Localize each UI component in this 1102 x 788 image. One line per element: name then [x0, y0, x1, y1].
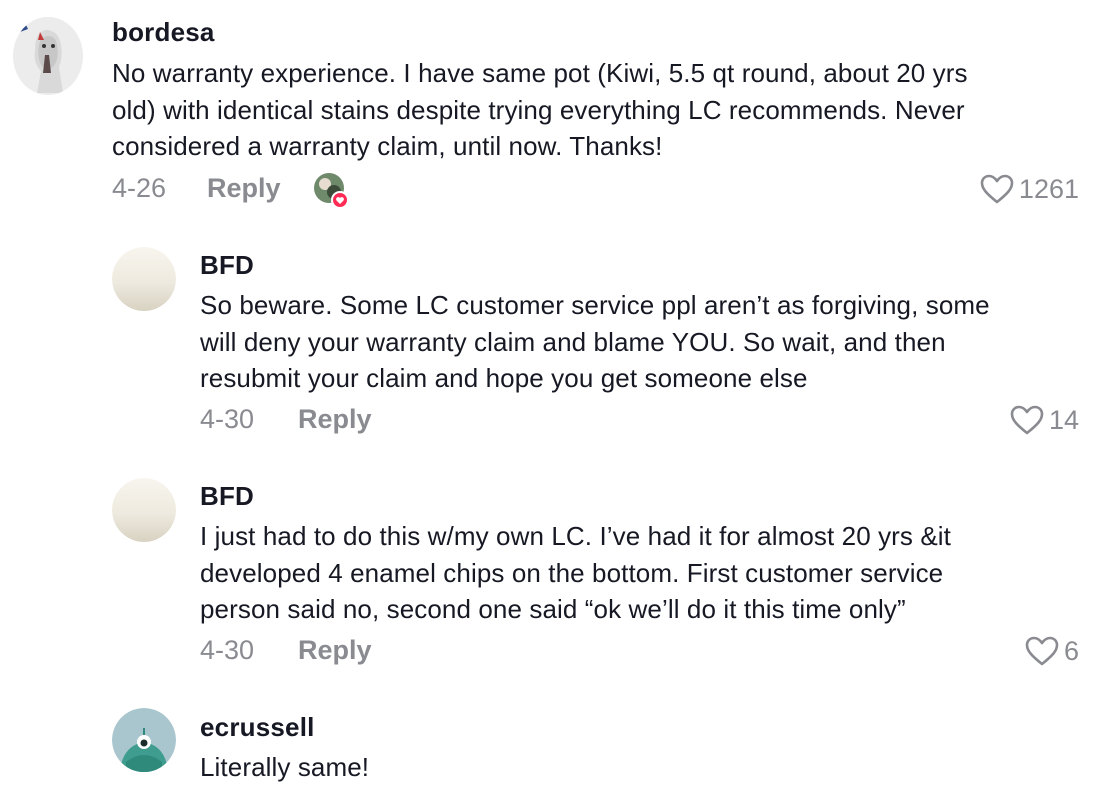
heart-outline-icon	[980, 174, 1014, 204]
comment-username[interactable]: BFD	[200, 250, 254, 281]
comment-text: Literally same!	[200, 752, 370, 782]
creator-avatar-icon	[314, 173, 349, 209]
like-button[interactable]: 14	[1009, 404, 1079, 436]
like-count: 1261	[1018, 173, 1079, 204]
horse-avatar-icon	[13, 17, 83, 95]
avatar[interactable]	[112, 247, 176, 311]
comment-text: No warranty experience. I have same pot …	[112, 58, 968, 161]
creator-liked-badge	[313, 172, 351, 210]
like-button[interactable]: 1261	[979, 173, 1079, 205]
comment-text: I just had to do this w/my own LC. I’ve …	[200, 521, 951, 624]
avatar[interactable]	[112, 478, 176, 542]
like-button[interactable]: 6	[1024, 635, 1079, 667]
blank-cream-avatar-icon	[112, 478, 176, 542]
reply-button[interactable]: Reply	[207, 173, 281, 204]
like-count: 14	[1048, 404, 1079, 435]
avatar[interactable]	[112, 708, 176, 772]
comment-username[interactable]: BFD	[200, 481, 254, 512]
reply-button[interactable]: Reply	[298, 404, 372, 435]
comment-thread: bordesa No warranty experience. I have s…	[0, 0, 1102, 788]
like-count: 6	[1063, 635, 1079, 666]
comment-date: 4-30	[200, 404, 255, 434]
comment-username[interactable]: ecrussell	[200, 712, 315, 743]
comment-text: So beware. Some LC customer service ppl …	[200, 290, 990, 393]
blank-cream-avatar-icon	[112, 247, 176, 311]
comment-date: 4-30	[200, 635, 255, 665]
heart-outline-icon	[1010, 405, 1044, 435]
comment-date: 4-26	[112, 173, 167, 203]
comment-username[interactable]: bordesa	[112, 17, 215, 48]
heart-outline-icon	[1025, 636, 1059, 666]
teal-monster-avatar-icon	[112, 708, 176, 772]
avatar[interactable]	[13, 17, 83, 95]
reply-button[interactable]: Reply	[298, 635, 372, 666]
